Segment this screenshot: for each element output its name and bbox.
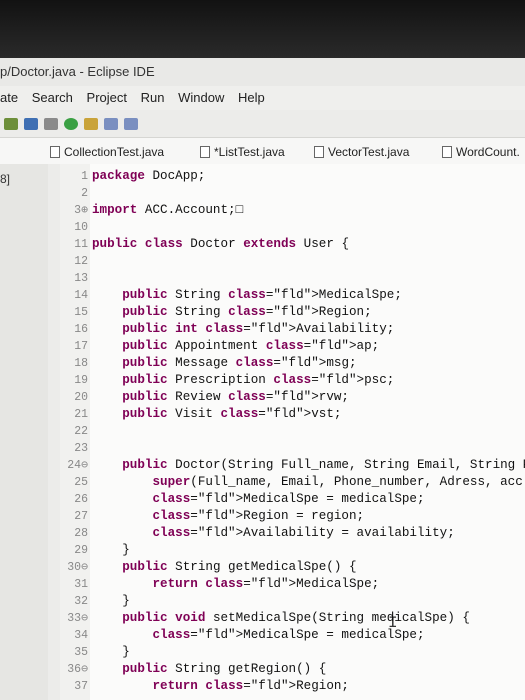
line-number: 17 — [74, 340, 88, 353]
line-number: 21 — [74, 408, 88, 421]
code-line[interactable]: class="fld">MedicalSpe = medicalSpe; — [92, 627, 424, 644]
toolbar — [0, 110, 525, 138]
overview-ruler — [48, 164, 60, 700]
menu-item-window[interactable]: Window — [178, 90, 224, 105]
code-editor[interactable]: I package DocApp; import ACC.Account;□ pub… — [90, 164, 525, 700]
java-file-icon — [314, 146, 324, 158]
nav-back-icon[interactable] — [104, 117, 118, 130]
code-line[interactable]: public String class="fld">MedicalSpe; — [92, 287, 402, 304]
menu-item-help[interactable]: Help — [238, 90, 265, 105]
menu-item-search[interactable]: Search — [32, 90, 73, 105]
code-line[interactable]: public int class="fld">Availability; — [92, 321, 394, 338]
line-number: 28 — [74, 527, 88, 540]
line-number: 22 — [74, 425, 88, 438]
run-icon[interactable] — [64, 117, 78, 130]
code-line[interactable]: public Message class="fld">msg; — [92, 355, 356, 372]
code-line[interactable]: public String class="fld">Region; — [92, 304, 371, 321]
code-line[interactable]: public Prescription class="fld">psc; — [92, 372, 394, 389]
java-file-icon — [50, 146, 60, 158]
code-line[interactable]: import ACC.Account;□ — [92, 202, 243, 219]
line-number: 13 — [74, 272, 88, 285]
line-number: 1 — [81, 170, 88, 183]
menu-bar: ate Search Project Run Window Help — [0, 86, 525, 110]
line-number: 26 — [74, 493, 88, 506]
line-number: 27 — [74, 510, 88, 523]
code-line[interactable]: public void setMedicalSpe(String medical… — [92, 610, 470, 627]
left-panel-label: 8] — [0, 172, 11, 186]
line-number: 20 — [74, 391, 88, 404]
line-number: 15 — [74, 306, 88, 319]
code-line[interactable]: } — [92, 542, 130, 559]
code-line[interactable]: public String getMedicalSpe() { — [92, 559, 356, 576]
eclipse-window: p/Doctor.java - Eclipse IDE ate Search P… — [0, 58, 525, 700]
menu-item-project[interactable]: Project — [87, 90, 127, 105]
code-line[interactable]: } — [92, 593, 130, 610]
debug-icon[interactable] — [44, 117, 58, 130]
line-number: 31 — [74, 578, 88, 591]
line-number: 10 — [74, 221, 88, 234]
line-number: 34 — [74, 629, 88, 642]
tab-wordcount[interactable]: WordCount. — [438, 142, 525, 162]
line-number: 23 — [74, 442, 88, 455]
menu-item-run[interactable]: Run — [141, 90, 165, 105]
code-line[interactable]: super(Full_name, Email, Phone_number, Ad… — [92, 474, 522, 491]
tab-vectortest[interactable]: VectorTest.java — [310, 142, 415, 162]
new-icon[interactable] — [4, 117, 18, 130]
tab-listtest[interactable]: *ListTest.java — [196, 142, 291, 162]
line-number: 30⊖ — [67, 561, 88, 574]
line-number: 3⊕ — [74, 204, 88, 217]
line-number: 25 — [74, 476, 88, 489]
line-number: 33⊖ — [67, 612, 88, 625]
line-number: 36⊖ — [67, 663, 88, 676]
window-title: p/Doctor.java - Eclipse IDE — [0, 58, 525, 86]
code-line[interactable]: public Visit class="fld">vst; — [92, 406, 341, 423]
code-line[interactable]: public Appointment class="fld">ap; — [92, 338, 379, 355]
code-line[interactable]: class="fld">Availability = availability; — [92, 525, 454, 542]
code-line[interactable]: class="fld">MedicalSpe = medicalSpe; — [92, 491, 424, 508]
line-number: 18 — [74, 357, 88, 370]
nav-forward-icon[interactable] — [124, 117, 138, 130]
line-number: 24⊖ — [67, 459, 88, 472]
code-line[interactable]: class="fld">Region = region; — [92, 508, 364, 525]
code-line[interactable]: } — [92, 644, 130, 661]
line-number: 11 — [74, 238, 88, 251]
save-icon[interactable] — [24, 117, 38, 130]
tab-collectiontest[interactable]: CollectionTest.java — [46, 142, 170, 162]
search-icon[interactable] — [84, 117, 98, 130]
line-number: 29 — [74, 544, 88, 557]
code-line[interactable]: public String getRegion() { — [92, 661, 326, 678]
line-number: 35 — [74, 646, 88, 659]
editor-tabs: CollectionTest.java *ListTest.java Vecto… — [0, 138, 525, 165]
line-number: 37 — [74, 680, 88, 693]
line-number: 12 — [74, 255, 88, 268]
code-line[interactable]: return class="fld">MedicalSpe; — [92, 576, 379, 593]
line-number: 16 — [74, 323, 88, 336]
code-line[interactable]: public Doctor(String Full_name, String E… — [92, 457, 525, 474]
code-line[interactable]: public class Doctor extends User { — [92, 236, 349, 253]
java-file-icon — [442, 146, 452, 158]
line-number: 32 — [74, 595, 88, 608]
line-number: 14 — [74, 289, 88, 302]
line-number: 2 — [81, 187, 88, 200]
monitor-bezel — [0, 0, 525, 58]
left-panel: 8] — [0, 164, 49, 700]
line-number: 19 — [74, 374, 88, 387]
code-line[interactable]: public Review class="fld">rvw; — [92, 389, 349, 406]
java-file-icon — [200, 146, 210, 158]
code-line[interactable]: package DocApp; — [92, 168, 205, 185]
line-number-gutter: 1 2 3⊕ 10 11 12 13 14 15 16 17 18 19 20 21 22 23 24⊖ 25 26 2… — [60, 164, 90, 700]
menu-item-edit[interactable]: ate — [0, 90, 18, 105]
code-line[interactable]: return class="fld">Region; — [92, 678, 349, 695]
